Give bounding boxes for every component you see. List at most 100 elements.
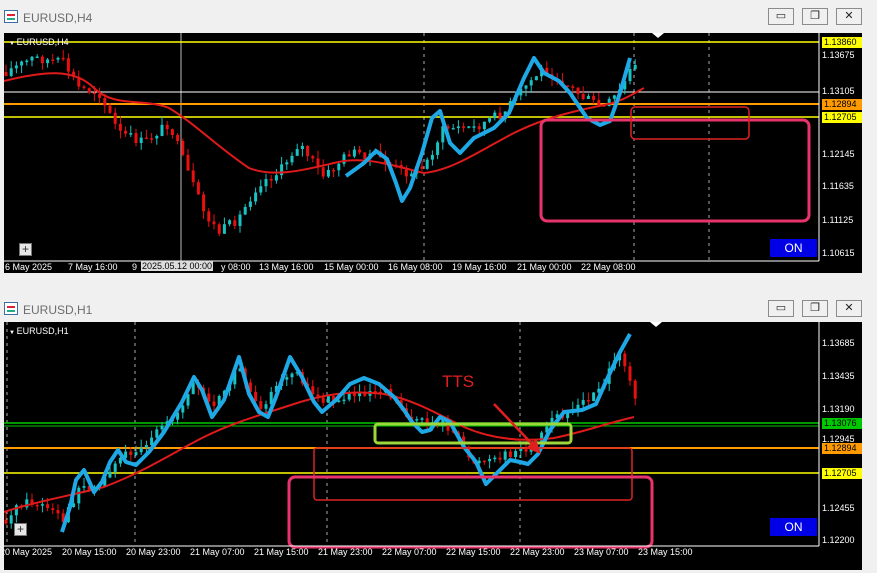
candle-body: [436, 142, 440, 155]
chart-window-h4: EURUSD,H4 ▭ ❐ ✕ ▼ EURUSD,H4 + ON 1.13860…: [0, 0, 877, 287]
candle-body: [35, 504, 39, 507]
time-axis-label: 21 May 15:00: [254, 547, 309, 557]
candle-body: [425, 159, 429, 169]
minimize-button[interactable]: ▭: [768, 300, 794, 317]
candle-body: [98, 94, 102, 98]
candle-body: [477, 126, 481, 130]
price-tag-resistance: 1.13076: [822, 418, 862, 429]
time-axis-label: 20 May 15:00: [62, 547, 117, 557]
candle-body: [181, 405, 185, 413]
time-axis-label: 23 May 15:00: [638, 547, 693, 557]
candle-body: [623, 353, 627, 367]
minimize-button[interactable]: ▭: [768, 8, 794, 25]
candle-body: [238, 214, 242, 226]
price-axis-label: 1.13685: [822, 338, 855, 348]
restore-button[interactable]: ❐: [802, 300, 828, 317]
candle-body: [108, 471, 112, 478]
candle-body: [482, 121, 486, 130]
candle-body: [467, 126, 471, 128]
time-axis-label: 20 May 23:00: [126, 547, 181, 557]
candle-body: [196, 182, 200, 195]
candle-body: [139, 137, 143, 144]
candle-body: [191, 170, 195, 183]
candle-body: [217, 224, 221, 234]
crosshair-time-label: 2025.05.12 00:00: [141, 261, 214, 271]
candle-body: [430, 154, 434, 160]
price-axis-label: 1.11125: [822, 215, 854, 225]
price-axis-label: 1.13675: [822, 50, 855, 60]
expand-plus-icon[interactable]: +: [19, 243, 32, 256]
candle-body: [144, 445, 148, 448]
candle-body: [118, 123, 122, 131]
candle-body: [66, 58, 70, 72]
candle-body: [290, 155, 294, 163]
candle-body: [493, 457, 497, 460]
candle-body: [472, 126, 476, 128]
price-tag-support: 1.12705: [822, 112, 862, 123]
close-button[interactable]: ✕: [836, 300, 862, 317]
price-axis-label: 1.10615: [822, 248, 855, 258]
title-bar[interactable]: EURUSD,H4 ▭ ❐ ✕: [0, 0, 877, 32]
candle-body: [254, 192, 258, 202]
candle-body: [4, 72, 8, 76]
candle-body: [363, 152, 367, 160]
target-zone-rect: [630, 106, 750, 140]
candle-body: [326, 169, 330, 177]
time-axis-label: 6 May 2025: [5, 262, 53, 272]
candle-body: [498, 457, 502, 460]
time-axis-label: 13 May 16:00: [259, 262, 314, 272]
candle-body: [597, 99, 601, 106]
candle-body: [628, 366, 632, 381]
candle-body: [254, 391, 258, 402]
window-title: EURUSD,H4: [23, 11, 93, 25]
candle-body: [124, 130, 128, 134]
time-axis-label: 9: [132, 262, 138, 272]
candle-body: [82, 486, 86, 488]
title-bar[interactable]: EURUSD,H1 ▭ ❐ ✕: [0, 292, 877, 324]
candle-body: [243, 206, 247, 215]
candle-body: [222, 224, 226, 234]
candle-body: [493, 112, 497, 119]
candle-body: [488, 118, 492, 122]
time-axis-label: 22 May 23:00: [510, 547, 565, 557]
candle-body: [586, 95, 590, 99]
candle-body: [113, 463, 117, 472]
candle-body: [181, 140, 185, 155]
time-axis-label: 22 May 07:00: [382, 547, 437, 557]
window-title: EURUSD,H1: [23, 303, 93, 317]
candle-body: [129, 451, 133, 455]
price-axis-label: 1.13190: [822, 404, 855, 414]
candle-body: [586, 400, 590, 402]
candle-body: [311, 156, 315, 159]
candle-body: [144, 137, 148, 140]
candle-body: [290, 373, 294, 378]
price-axis-label: 1.11635: [822, 181, 854, 191]
price-axis-label: 1.12200: [822, 535, 855, 545]
candle-body: [150, 138, 154, 140]
expand-plus-icon[interactable]: +: [14, 523, 27, 536]
candle-body: [155, 135, 159, 139]
candle-body: [228, 220, 232, 225]
restore-button[interactable]: ❐: [802, 8, 828, 25]
candle-body: [524, 85, 528, 89]
candle-body: [87, 88, 91, 93]
candle-body: [56, 510, 60, 514]
on-toggle-button[interactable]: ON: [770, 239, 817, 257]
candle-body: [514, 451, 518, 458]
candle-body: [488, 458, 492, 462]
candle-body: [274, 175, 278, 181]
time-axis-label: 20 May 2025: [4, 547, 53, 557]
candle-body: [14, 65, 18, 69]
on-toggle-button[interactable]: ON: [770, 518, 817, 536]
price-chart-h4[interactable]: EURUSD,H4 + ON 1.13860 1.13675 1.13105 1…: [4, 33, 862, 273]
close-button[interactable]: ✕: [836, 8, 862, 25]
time-axis-label: 19 May 16:00: [452, 262, 507, 272]
symbol-label: EURUSD,H4: [9, 37, 69, 47]
candle-body: [337, 163, 341, 171]
candle-body: [108, 105, 112, 113]
price-chart-h1[interactable]: EURUSD,H1 TTS + ON 1.13685 1.13435 1.131…: [4, 322, 862, 570]
candle-body: [113, 112, 117, 124]
candle-body: [285, 162, 289, 165]
candle-body: [352, 393, 356, 397]
candle-body: [212, 221, 216, 225]
